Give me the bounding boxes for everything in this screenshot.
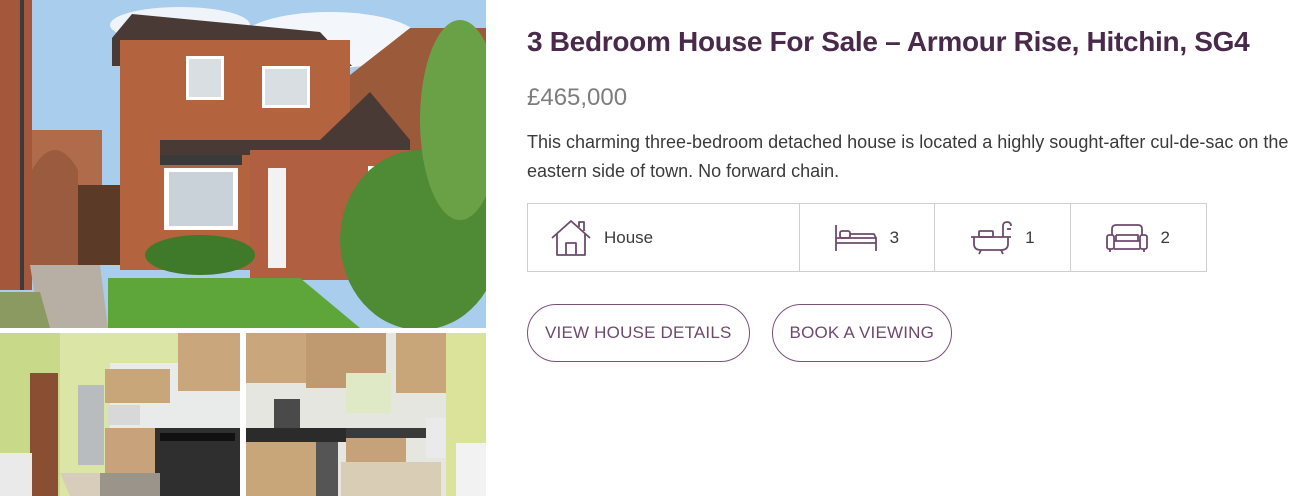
action-buttons: VIEW HOUSE DETAILS BOOK A VIEWING [527,304,953,362]
house-icon [550,218,592,258]
listing-price: £465,000 [527,84,628,111]
feature-bathrooms: 1 [935,204,1071,271]
view-house-details-button[interactable]: VIEW HOUSE DETAILS [527,304,750,362]
book-viewing-button[interactable]: BOOK A VIEWING [771,304,953,362]
feature-receptions: 2 [1071,204,1206,271]
bath-icon [969,220,1013,256]
listing-description: This charming three-bedroom detached hou… [527,132,1289,181]
kitchen-photo-1[interactable] [0,333,240,496]
property-type-value: House [604,227,654,247]
property-features: House 3 1 2 [527,203,1207,272]
sofa-icon [1105,223,1149,253]
bathrooms-value: 1 [1025,227,1035,247]
bed-icon [834,223,878,253]
listing-title: 3 Bedroom House For Sale – Armour Rise, … [527,26,1250,57]
feature-bedrooms: 3 [800,204,936,271]
kitchen-photo-2[interactable] [246,333,486,496]
feature-property-type: House [528,204,800,271]
receptions-value: 2 [1160,227,1171,247]
main-exterior-photo[interactable] [0,0,486,328]
bedrooms-value: 3 [889,227,900,247]
photo-gallery [0,0,486,496]
